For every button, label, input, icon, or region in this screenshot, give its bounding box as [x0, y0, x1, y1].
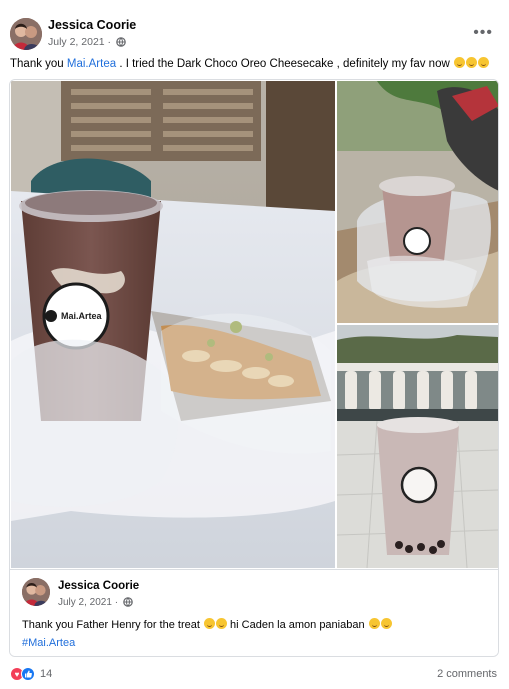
reaction-count[interactable]: 14	[40, 668, 52, 680]
facebook-post: Jessica Coorie July 2, 2021 · ••• Thank …	[0, 0, 509, 689]
author-name[interactable]: Jessica Coorie	[48, 18, 136, 32]
author-avatar[interactable]	[10, 18, 42, 50]
mention-link[interactable]: Mai.Artea	[67, 58, 116, 70]
post-date[interactable]: July 2, 2021	[48, 36, 105, 48]
meta-separator: ·	[114, 597, 119, 608]
post-header: Jessica Coorie July 2, 2021 · •••	[10, 14, 499, 54]
grinning-emoji-icon	[477, 57, 489, 68]
grinning-emoji-icon	[465, 57, 477, 68]
caption-text-start: Thank you	[10, 58, 67, 70]
grinning-emoji-icon	[453, 57, 465, 68]
caption-text-end: . I tried the Dark Choco Oreo Cheesecake…	[116, 58, 453, 70]
more-horizontal-icon[interactable]: •••	[473, 24, 493, 42]
shared-post-details: Jessica Coorie July 2, 2021 · Thank you …	[10, 569, 498, 656]
grinning-emoji-icon	[215, 618, 227, 629]
shared-post-meta: July 2, 2021 ·	[58, 597, 133, 610]
shared-post-text: Thank you Father Henry for the treat hi …	[22, 618, 392, 631]
meta-separator: ·	[107, 36, 112, 48]
like-reaction-icon	[21, 667, 35, 681]
post-footer: ♥ 14 2 comments	[10, 665, 499, 685]
comments-count-link[interactable]: 2 comments	[437, 668, 497, 680]
cup-in-bag-photo[interactable]	[337, 81, 498, 323]
shared-text-part-1: Thank you Father Henry for the treat	[22, 619, 203, 631]
cup-on-railing-photo[interactable]	[337, 325, 498, 568]
shared-text-part-2: hi Caden la amon paniaban	[226, 619, 368, 631]
cup-on-table-photo[interactable]: Mai.Artea	[11, 81, 335, 568]
grinning-emoji-icon	[203, 618, 215, 629]
shared-post-card[interactable]: Mai.Artea Jessica Coorie July 2, 2021 · …	[9, 79, 499, 657]
public-globe-icon	[116, 37, 126, 50]
hashtag-link[interactable]: #Mai.Artea	[22, 637, 75, 649]
cup-logo-text: Mai.Artea	[61, 311, 103, 321]
shared-author-name[interactable]: Jessica Coorie	[58, 580, 139, 592]
post-meta: July 2, 2021 ·	[48, 36, 126, 50]
shared-author-avatar[interactable]	[22, 578, 50, 606]
public-globe-icon	[123, 597, 133, 610]
laughing-emoji-icon	[380, 618, 392, 629]
grinning-emoji-icon	[368, 618, 380, 629]
shared-post-date[interactable]: July 2, 2021	[58, 597, 112, 608]
post-caption: Thank you Mai.Artea . I tried the Dark C…	[10, 57, 489, 70]
